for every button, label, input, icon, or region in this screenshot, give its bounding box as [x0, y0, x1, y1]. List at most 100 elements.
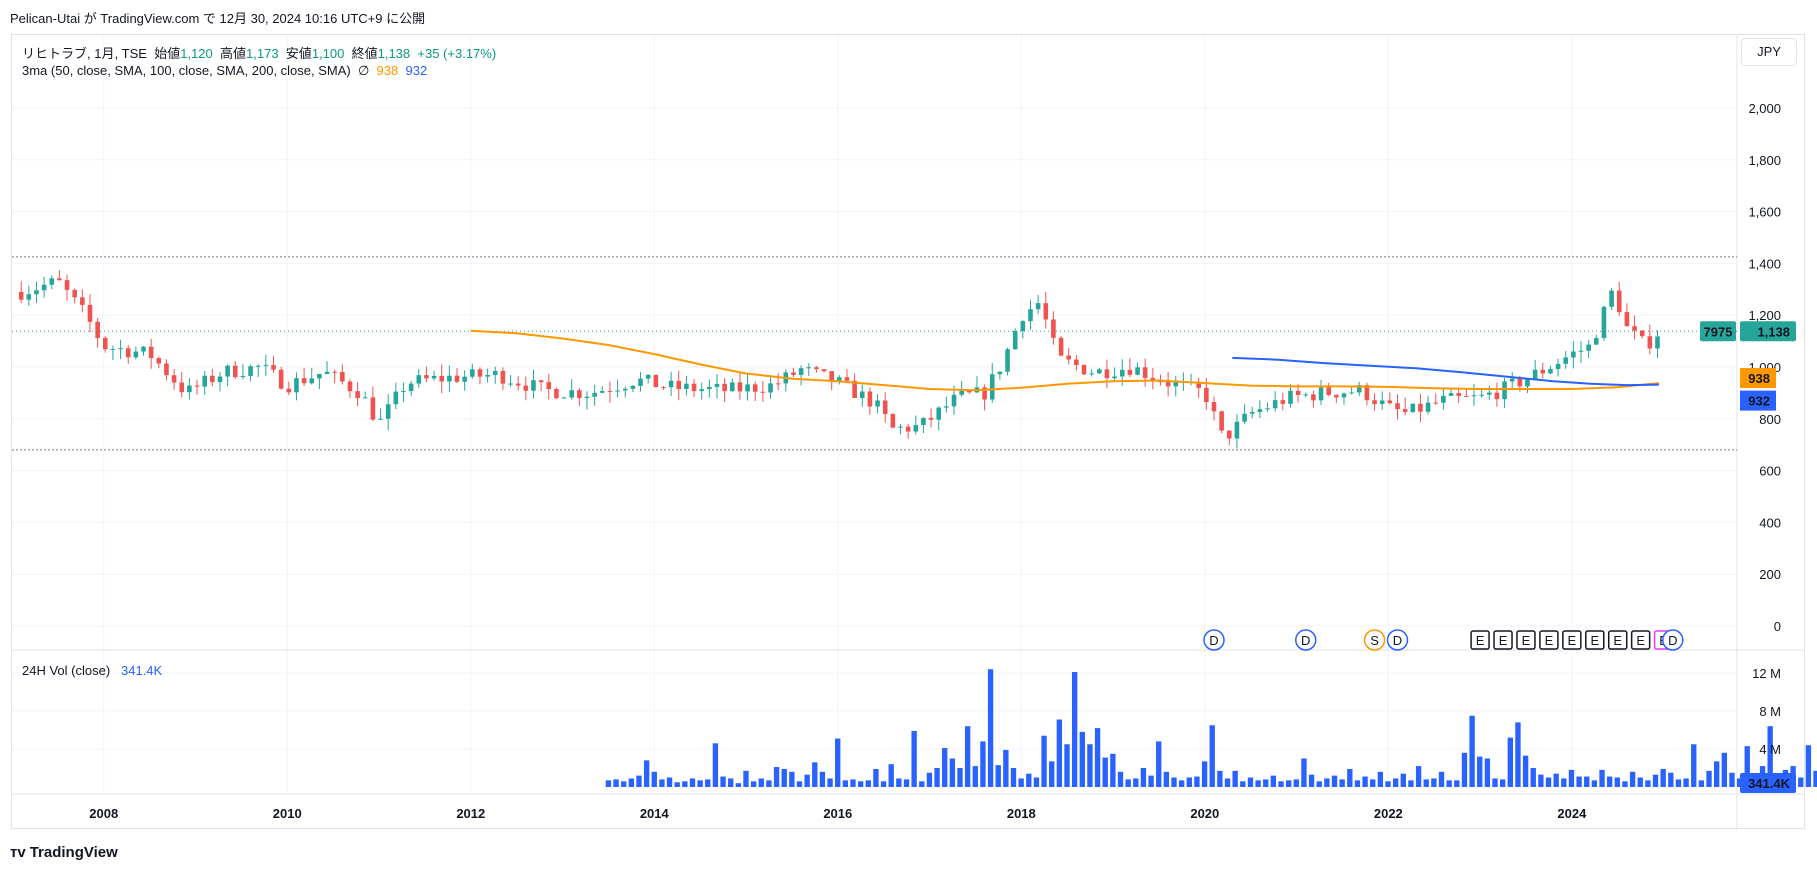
candle-up[interactable]	[1532, 369, 1538, 379]
volume-bar[interactable]	[1316, 781, 1322, 787]
candle-up[interactable]	[1318, 387, 1324, 401]
candle-down[interactable]	[928, 417, 934, 420]
volume-bar[interactable]	[712, 743, 719, 787]
candle-up[interactable]	[1448, 393, 1454, 396]
candle-up[interactable]	[49, 278, 55, 285]
candle-down[interactable]	[148, 346, 154, 359]
candle-up[interactable]	[1502, 381, 1507, 400]
volume-bar[interactable]	[636, 775, 642, 787]
candle-up[interactable]	[1655, 336, 1660, 349]
candle-up[interactable]	[684, 383, 689, 389]
volume-bar[interactable]	[1645, 780, 1651, 787]
volume-bar[interactable]	[980, 741, 986, 787]
candle-down[interactable]	[1395, 403, 1400, 410]
candle-up[interactable]	[729, 382, 735, 392]
candle-up[interactable]	[1548, 368, 1553, 374]
volume-bar[interactable]	[1454, 780, 1460, 787]
volume-bar[interactable]	[819, 771, 826, 787]
volume-bar[interactable]	[850, 779, 856, 787]
volume-bar[interactable]	[1217, 770, 1223, 787]
volume-bar[interactable]	[896, 778, 902, 787]
volume-bar[interactable]	[1606, 776, 1613, 787]
ma-label[interactable]: 3ma (50, close, SMA, 100, close, SMA, 20…	[22, 63, 351, 78]
volume-bar[interactable]	[697, 780, 703, 787]
volume-bar[interactable]	[735, 783, 742, 787]
candle-down[interactable]	[1165, 382, 1171, 387]
candle-up[interactable]	[959, 390, 964, 395]
volume-bar[interactable]	[1362, 776, 1368, 787]
candle-down[interactable]	[722, 383, 727, 392]
volume-bar[interactable]	[1545, 777, 1552, 788]
volume-bar[interactable]	[1087, 744, 1093, 787]
volume-bar[interactable]	[1530, 768, 1536, 787]
candle-up[interactable]	[416, 375, 422, 384]
candle-up[interactable]	[309, 378, 315, 384]
candle-up[interactable]	[1578, 350, 1584, 352]
candle-up[interactable]	[240, 375, 246, 378]
volume-bar[interactable]	[1438, 771, 1445, 787]
candle-up[interactable]	[1249, 412, 1255, 414]
candle-down[interactable]	[1066, 355, 1072, 360]
volume-bar[interactable]	[1576, 776, 1582, 787]
candle-up[interactable]	[1441, 395, 1446, 403]
candle-up[interactable]	[263, 365, 269, 367]
candle-down[interactable]	[370, 397, 376, 420]
candle-up[interactable]	[859, 391, 865, 398]
volume-bar[interactable]	[1033, 777, 1040, 788]
candle-up[interactable]	[470, 369, 475, 377]
candle-up[interactable]	[699, 389, 704, 392]
volume-bar[interactable]	[880, 781, 887, 787]
candle-down[interactable]	[1219, 411, 1224, 431]
volume-bar[interactable]	[926, 772, 933, 787]
volume-bar[interactable]	[1377, 771, 1384, 787]
candle-up[interactable]	[1035, 303, 1041, 310]
volume-bar[interactable]	[796, 781, 803, 787]
candle-up[interactable]	[393, 391, 399, 405]
volume-bar[interactable]	[1538, 774, 1544, 787]
candle-up[interactable]	[630, 385, 636, 389]
candle-down[interactable]	[232, 365, 238, 378]
candle-down[interactable]	[1043, 303, 1049, 320]
candle-down[interactable]	[653, 374, 659, 388]
candle-up[interactable]	[806, 367, 812, 369]
volume-bar[interactable]	[1324, 778, 1330, 787]
volume-bar[interactable]	[827, 778, 833, 787]
candle-down[interactable]	[1372, 400, 1377, 405]
volume-bar[interactable]	[1331, 775, 1338, 787]
candle-down[interactable]	[1311, 394, 1316, 401]
candle-down[interactable]	[577, 390, 582, 398]
candle-up[interactable]	[1112, 376, 1117, 379]
candle-down[interactable]	[1616, 290, 1622, 313]
volume-bar[interactable]	[628, 778, 635, 787]
candle-down[interactable]	[1624, 312, 1630, 327]
candle-up[interactable]	[1089, 373, 1094, 375]
volume-bar[interactable]	[942, 748, 948, 787]
candle-down[interactable]	[18, 291, 24, 300]
volume-bar[interactable]	[888, 764, 894, 787]
volume-bar[interactable]	[1400, 773, 1406, 787]
candle-up[interactable]	[875, 400, 880, 407]
volume-bar[interactable]	[1691, 744, 1697, 787]
candle-down[interactable]	[271, 365, 276, 370]
volume-bar[interactable]	[682, 781, 688, 787]
candle-up[interactable]	[645, 374, 651, 379]
candle-down[interactable]	[454, 375, 460, 382]
volume-bar[interactable]	[1224, 778, 1231, 787]
volume-bar[interactable]	[643, 760, 650, 787]
volume-bar[interactable]	[1385, 781, 1391, 787]
candle-up[interactable]	[622, 388, 628, 391]
candle-up[interactable]	[447, 375, 452, 382]
volume-bar[interactable]	[1117, 771, 1124, 787]
candle-up[interactable]	[225, 365, 230, 377]
candle-down[interactable]	[1334, 394, 1339, 398]
volume-bar[interactable]	[1729, 772, 1735, 787]
candle-down[interactable]	[554, 388, 559, 399]
volume-bar[interactable]	[1614, 777, 1620, 788]
candle-up[interactable]	[1242, 413, 1247, 422]
candle-down[interactable]	[500, 370, 506, 384]
volume-bar[interactable]	[1178, 780, 1185, 787]
candle-up[interactable]	[569, 390, 575, 398]
candle-down[interactable]	[1418, 403, 1423, 412]
volume-bar[interactable]	[804, 774, 810, 787]
candle-up[interactable]	[1028, 309, 1033, 322]
